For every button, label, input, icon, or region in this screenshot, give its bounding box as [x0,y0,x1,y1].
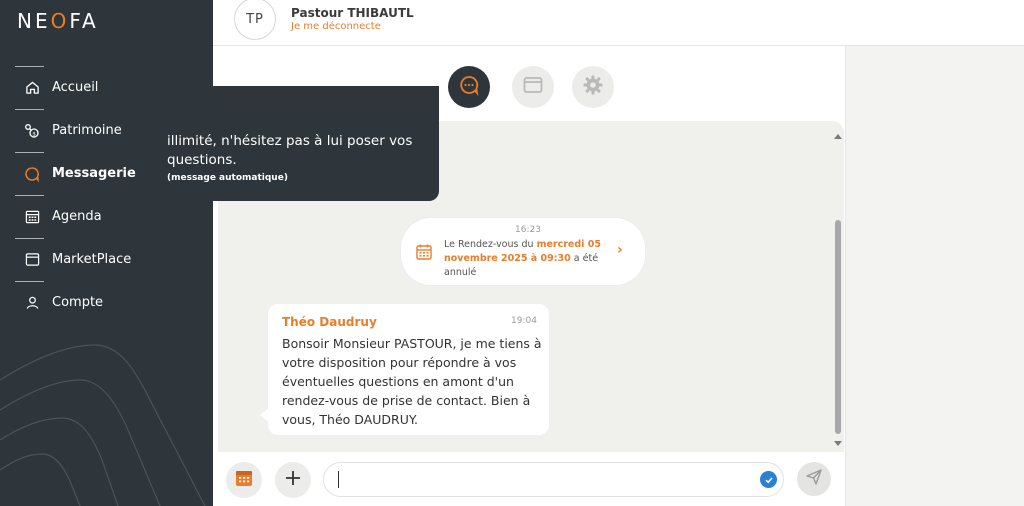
sidebar-item-label: Agenda [52,209,102,224]
send-button[interactable] [797,462,831,496]
appointment-text-before: Le Rendez-vous du [444,239,537,250]
scroll-down-arrow-icon[interactable] [834,441,842,446]
scroll-thumb[interactable] [835,220,841,434]
sidebar-item-agenda[interactable]: Agenda [0,195,213,238]
neofa-logo[interactable]: NEOFA [17,9,99,33]
appointment-text: Le Rendez-vous du mercredi 05 novembre 2… [444,238,614,280]
sidebar-item-label: Accueil [52,80,99,95]
auto-message-bubble: illimité, n'hésitez pas à lui poser vos … [153,86,439,201]
nav-separator [15,109,44,110]
logo-text-post: FA [69,9,99,33]
nav-separator [15,152,44,153]
chat-bubble-icon [458,74,480,100]
text-caret [338,471,339,488]
sidebar-decoration [0,344,206,506]
svg-text:$: $ [32,131,36,137]
plus-icon [284,469,302,491]
browser-window-icon [24,252,40,268]
tab-settings[interactable] [572,66,614,108]
appointment-time: 16:23 [515,225,541,235]
patrimoine-icon: $ [24,123,40,139]
send-icon [805,468,823,490]
folder-icon [522,74,544,100]
sidebar-item-label: Messagerie [52,166,136,181]
scroll-up-arrow-icon[interactable] [834,134,842,139]
message-sender: Théo Daudruy [282,315,377,329]
auto-message-note: (message automatique) [167,173,288,183]
chevron-right-icon[interactable]: › [617,242,623,258]
schedule-appointment-button[interactable] [226,462,262,498]
avatar[interactable]: TP [234,0,276,40]
tab-messages[interactable] [448,66,490,108]
add-attachment-button[interactable] [275,462,311,498]
nav-separator [15,66,44,67]
gear-icon [582,74,604,100]
user-name: Pastour THIBAUTL [291,6,414,20]
sidebar-item-label: MarketPlace [52,252,132,267]
sidebar-item-label: Patrimoine [52,123,122,138]
logo-text-pre: NE [17,9,51,33]
message-input[interactable] [323,462,784,497]
auto-message-text: illimité, n'hésitez pas à lui poser vos … [167,133,413,168]
chat-icon [24,166,40,182]
nav-separator [15,281,44,282]
appointment-cancelled-card[interactable]: 16:23 Le Rendez-vous du mercredi 05 nove… [401,218,645,285]
check-circle-icon[interactable] [760,471,777,488]
home-icon [24,80,40,96]
chat-scrollbar[interactable] [832,132,844,450]
message-time: 19:04 [511,316,537,326]
sidebar-item-marketplace[interactable]: MarketPlace [0,238,213,281]
top-header: TP Pastour THIBAUTL Je me déconnecte [213,0,1024,46]
calendar-icon [234,468,254,492]
logo-text-o: O [50,9,70,33]
advisor-message-bubble: Théo Daudruy 19:04 Bonsoir Monsieur PAST… [268,304,549,435]
logout-link[interactable]: Je me déconnecte [291,21,381,32]
nav-separator [15,238,44,239]
tab-documents[interactable] [512,66,554,108]
sidebar: NEOFA Accueil $ Patrimoine Messagerie Ag… [0,0,213,506]
message-text: Bonsoir Monsieur PASTOUR, je me tiens à … [282,336,542,427]
nav-separator [15,195,44,196]
calendar-icon [24,209,40,225]
calendar-icon [415,243,433,261]
right-side-panel [845,46,1024,506]
